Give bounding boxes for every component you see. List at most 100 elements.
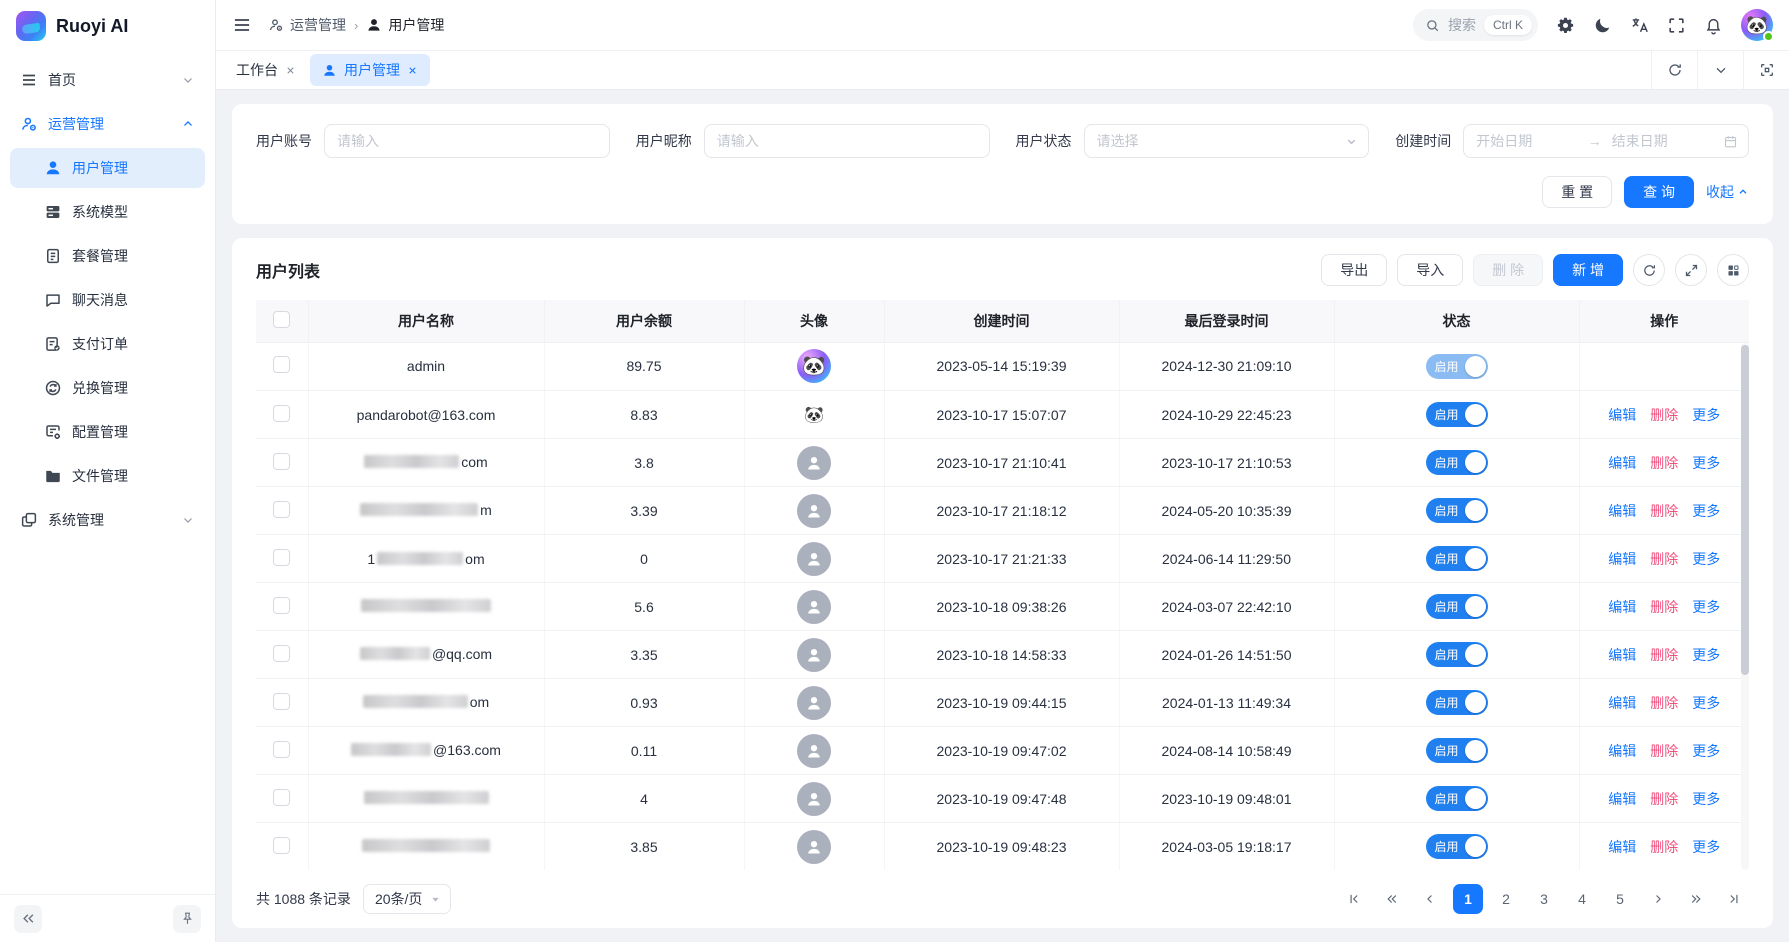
select-all-checkbox[interactable]: [273, 311, 290, 328]
delete-link[interactable]: 删除: [1650, 837, 1678, 857]
more-link[interactable]: 更多: [1692, 501, 1720, 521]
hamburger-menu-icon[interactable]: [232, 15, 252, 35]
sidebar-item-套餐管理[interactable]: 套餐管理: [10, 236, 205, 276]
delete-button[interactable]: 删 除: [1473, 254, 1543, 286]
sidebar-collapse-button[interactable]: [14, 905, 42, 933]
fullscreen-icon[interactable]: [1667, 16, 1686, 35]
tab-more-button[interactable]: [1697, 51, 1743, 89]
more-link[interactable]: 更多: [1692, 837, 1720, 857]
row-checkbox[interactable]: [273, 645, 290, 662]
row-checkbox[interactable]: [273, 693, 290, 710]
status-toggle[interactable]: 启用: [1426, 354, 1488, 379]
page-size-select[interactable]: 20条/页: [363, 884, 451, 914]
tab-close-icon[interactable]: [285, 65, 296, 76]
query-button[interactable]: 查 询: [1624, 176, 1694, 208]
table-scrollbar-thumb[interactable]: [1741, 345, 1749, 675]
edit-link[interactable]: 编辑: [1608, 453, 1636, 473]
more-link[interactable]: 更多: [1692, 789, 1720, 809]
delete-link[interactable]: 删除: [1650, 501, 1678, 521]
breadcrumb-item-用户管理[interactable]: 用户管理: [366, 15, 444, 35]
more-link[interactable]: 更多: [1692, 453, 1720, 473]
edit-link[interactable]: 编辑: [1608, 549, 1636, 569]
next-page-button[interactable]: [1643, 884, 1673, 914]
delete-link[interactable]: 删除: [1650, 789, 1678, 809]
row-checkbox[interactable]: [273, 741, 290, 758]
import-button[interactable]: 导入: [1397, 254, 1463, 286]
more-link[interactable]: 更多: [1692, 597, 1720, 617]
content-fullscreen-button[interactable]: [1743, 51, 1789, 89]
table-fullscreen-button[interactable]: [1675, 254, 1707, 286]
notifications-bell-icon[interactable]: [1704, 16, 1723, 35]
sidebar-item-系统模型[interactable]: 系统模型: [10, 192, 205, 232]
tab-close-icon[interactable]: [407, 65, 418, 76]
more-link[interactable]: 更多: [1692, 645, 1720, 665]
sidebar-pin-button[interactable]: [173, 905, 201, 933]
export-button[interactable]: 导出: [1321, 254, 1387, 286]
status-toggle[interactable]: 启用: [1426, 738, 1488, 763]
edit-link[interactable]: 编辑: [1608, 597, 1636, 617]
page-button-1[interactable]: 1: [1453, 884, 1483, 914]
last-page-button[interactable]: [1719, 884, 1749, 914]
sidebar-item-用户管理[interactable]: 用户管理: [10, 148, 205, 188]
status-toggle[interactable]: 启用: [1426, 642, 1488, 667]
sidebar-item-兑换管理[interactable]: 兑换管理: [10, 368, 205, 408]
edit-link[interactable]: 编辑: [1608, 405, 1636, 425]
more-link[interactable]: 更多: [1692, 693, 1720, 713]
more-link[interactable]: 更多: [1692, 741, 1720, 761]
status-toggle[interactable]: 启用: [1426, 594, 1488, 619]
table-refresh-button[interactable]: [1633, 254, 1665, 286]
page-button-2[interactable]: 2: [1491, 884, 1521, 914]
prev-page-button[interactable]: [1415, 884, 1445, 914]
tab-refresh-button[interactable]: [1651, 51, 1697, 89]
sidebar-item-系统管理[interactable]: 系统管理: [10, 500, 205, 540]
sidebar-item-配置管理[interactable]: 配置管理: [10, 412, 205, 452]
delete-link[interactable]: 删除: [1650, 741, 1678, 761]
user-avatar[interactable]: 🐼: [1741, 9, 1773, 41]
settings-gear-icon[interactable]: [1556, 16, 1575, 35]
sidebar-item-文件管理[interactable]: 文件管理: [10, 456, 205, 496]
first-page-button[interactable]: [1339, 884, 1369, 914]
row-checkbox[interactable]: [273, 597, 290, 614]
delete-link[interactable]: 删除: [1650, 549, 1678, 569]
page-button-3[interactable]: 3: [1529, 884, 1559, 914]
status-toggle[interactable]: 启用: [1426, 450, 1488, 475]
delete-link[interactable]: 删除: [1650, 405, 1678, 425]
sidebar-item-聊天消息[interactable]: 聊天消息: [10, 280, 205, 320]
date-range-picker[interactable]: 开始日期 → 结束日期: [1463, 124, 1749, 158]
nickname-input[interactable]: [704, 124, 990, 158]
prev-5-pages-button[interactable]: [1377, 884, 1407, 914]
tab-工作台[interactable]: 工作台: [224, 54, 308, 86]
global-search[interactable]: 搜索 Ctrl K: [1413, 9, 1538, 41]
status-toggle[interactable]: 启用: [1426, 546, 1488, 571]
edit-link[interactable]: 编辑: [1608, 741, 1636, 761]
delete-link[interactable]: 删除: [1650, 645, 1678, 665]
reset-button[interactable]: 重 置: [1542, 176, 1612, 208]
column-settings-button[interactable]: [1717, 254, 1749, 286]
edit-link[interactable]: 编辑: [1608, 501, 1636, 521]
row-checkbox[interactable]: [273, 549, 290, 566]
breadcrumb-item-运营管理[interactable]: 运营管理: [268, 15, 346, 35]
more-link[interactable]: 更多: [1692, 405, 1720, 425]
page-button-4[interactable]: 4: [1567, 884, 1597, 914]
row-checkbox[interactable]: [273, 789, 290, 806]
next-5-pages-button[interactable]: [1681, 884, 1711, 914]
tab-用户管理[interactable]: 用户管理: [310, 54, 430, 86]
delete-link[interactable]: 删除: [1650, 453, 1678, 473]
dark-mode-moon-icon[interactable]: [1593, 16, 1612, 35]
row-checkbox[interactable]: [273, 405, 290, 422]
edit-link[interactable]: 编辑: [1608, 837, 1636, 857]
edit-link[interactable]: 编辑: [1608, 789, 1636, 809]
delete-link[interactable]: 删除: [1650, 597, 1678, 617]
status-toggle[interactable]: 启用: [1426, 834, 1488, 859]
status-toggle[interactable]: 启用: [1426, 402, 1488, 427]
status-toggle[interactable]: 启用: [1426, 690, 1488, 715]
sidebar-item-运营管理[interactable]: 运营管理: [10, 104, 205, 144]
sidebar-item-支付订单[interactable]: 支付订单: [10, 324, 205, 364]
translate-language-icon[interactable]: [1630, 16, 1649, 35]
row-checkbox[interactable]: [273, 501, 290, 518]
row-checkbox[interactable]: [273, 356, 290, 373]
account-input[interactable]: [324, 124, 610, 158]
more-link[interactable]: 更多: [1692, 549, 1720, 569]
collapse-filter-link[interactable]: 收起: [1706, 182, 1749, 202]
delete-link[interactable]: 删除: [1650, 693, 1678, 713]
